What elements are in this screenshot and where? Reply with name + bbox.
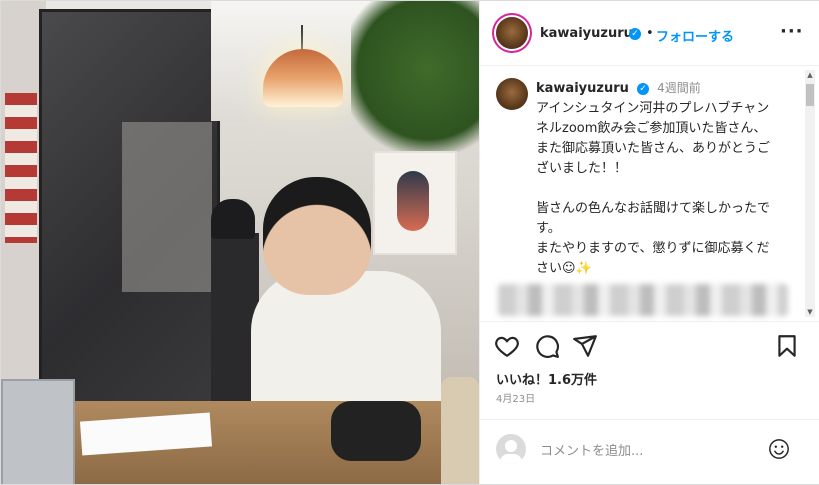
blurred-comment (498, 284, 788, 316)
profile-avatar[interactable] (496, 17, 528, 49)
header-username[interactable]: kawaiyuzuru (540, 26, 633, 41)
post-side-panel: kawaiyuzuru ✓ • フォローする ··· kawaiyuzuru ✓… (479, 1, 819, 484)
photo-person-head (263, 177, 371, 295)
more-horizontal-icon[interactable]: ··· (780, 21, 804, 42)
likes-count[interactable]: いいね！1.6万件 (496, 369, 597, 388)
caption-body: アインシュタイン河井のプレハブチャンネルzoom飲み会ご参加頂いた皆さん、また御… (536, 101, 771, 276)
verified-badge-icon: ✓ (629, 28, 641, 40)
comment-input[interactable] (538, 440, 762, 462)
comment-icon[interactable] (534, 333, 560, 359)
photo-laptop (1, 379, 75, 484)
post-photo[interactable] (1, 1, 479, 484)
action-bar (480, 331, 819, 367)
photo-bottle (441, 377, 479, 484)
photo-wall-art (373, 151, 457, 255)
photo-fan (331, 401, 421, 461)
heart-icon[interactable] (494, 333, 520, 359)
photo-flag (5, 93, 37, 243)
comment-bar (480, 419, 819, 485)
photo-glass-door (39, 9, 220, 415)
instagram-post-window: kawaiyuzuru ✓ • フォローする ··· kawaiyuzuru ✓… (0, 0, 819, 485)
current-user-avatar (496, 434, 526, 464)
photo-plant (351, 1, 479, 171)
caption-verified-icon: ✓ (637, 82, 650, 95)
caption-avatar[interactable] (496, 78, 528, 110)
caption-text-block: kawaiyuzuru ✓ 4週間前 アインシュタイン河井のプレハブチャンネルz… (536, 78, 778, 279)
scroll-down-arrow-icon[interactable]: ▼ (805, 307, 815, 317)
scroll-up-arrow-icon[interactable]: ▲ (805, 70, 815, 80)
header-separator: • (646, 26, 654, 41)
bookmark-icon[interactable] (774, 333, 800, 359)
share-icon[interactable] (572, 333, 598, 359)
caption-username[interactable]: kawaiyuzuru (536, 81, 629, 96)
follow-button[interactable]: フォローする (656, 26, 734, 45)
scroll-thumb[interactable] (806, 84, 814, 106)
caption-scrollbar[interactable]: ▲ ▼ (805, 70, 815, 317)
photo-hat (211, 199, 255, 239)
post-header: kawaiyuzuru ✓ • フォローする ··· (480, 1, 819, 66)
emoji-icon[interactable] (768, 438, 790, 460)
caption-area: kawaiyuzuru ✓ 4週間前 アインシュタイン河井のプレハブチャンネルz… (480, 66, 819, 322)
caption-time: 4週間前 (657, 81, 701, 95)
post-date[interactable]: 4月23日 (496, 390, 535, 405)
